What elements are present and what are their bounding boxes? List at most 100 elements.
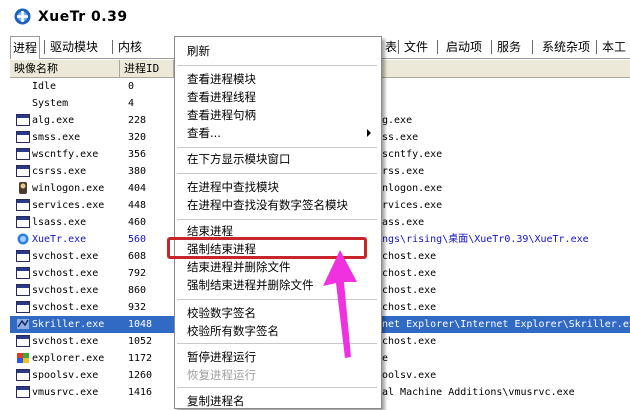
row-path: al Machine Additions\vmusrvc.exe [382,387,575,398]
row-pid: 0 [128,81,135,92]
menu-separator [177,65,377,66]
row-image-name: Idle [32,81,57,92]
row-pid: 608 [128,251,147,262]
menu-item-find-unsigned-module[interactable]: 在进程中查找没有数字签名模块 [187,197,348,214]
menu-separator [177,147,377,148]
row-path: rvices.exe [382,200,443,211]
tab-file[interactable]: 文件 [402,38,430,57]
tab-tools[interactable]: 本工 [600,38,628,57]
row-image-name: csrss.exe [32,166,87,177]
row-image-name: services.exe [32,200,105,211]
row-pid: 404 [128,183,147,194]
row-image-name: svchost.exe [32,336,99,347]
row-path: chost.exe [382,336,437,347]
row-pid: 860 [128,285,147,296]
row-pid: 320 [128,132,147,143]
row-image-name: smss.exe [32,132,81,143]
tab-startup[interactable]: 启动项 [444,38,484,57]
tab-separator [112,40,113,54]
menu-item-view-more[interactable]: 查看... [187,125,377,142]
tab-process[interactable]: 进程 [10,36,41,59]
row-path: oolsv.exe [382,370,437,381]
menu-item-force-end-and-delete[interactable]: 强制结束进程并删除文件 [187,277,314,294]
row-pid: 448 [128,200,147,211]
row-pid: 1416 [128,387,153,398]
tab-separator [44,40,45,54]
row-image-name: wscntfy.exe [32,149,99,160]
menu-separator [177,173,377,174]
window-icon [16,301,30,313]
menu-separator [177,219,377,220]
row-pid: 1048 [128,319,153,330]
row-path: ass.exe [382,217,425,228]
row-image-name: svchost.exe [32,302,99,313]
skriller-icon [17,319,29,329]
row-path: e [382,353,389,364]
window-icon [16,386,30,398]
menu-item-view-threads[interactable]: 查看进程线程 [187,89,256,106]
window-icon [16,148,30,160]
row-image-name: System [32,98,69,109]
row-path: nlogon.exe [382,183,443,194]
row-path: rss.exe [382,166,425,177]
menu-item-copy-process-name[interactable]: 复制进程名 [187,393,245,410]
column-header-image-name[interactable]: 映像名称 [10,60,120,77]
winlogon-icon [19,182,27,194]
pointer-arrow-icon [323,250,357,358]
tab-driver-modules[interactable]: 驱动模块 [48,38,100,57]
menu-item-verify-all-signatures[interactable]: 校验所有数字签名 [187,323,279,340]
window-icon [16,165,30,177]
menu-item-refresh[interactable]: 刷新 [187,43,210,60]
menu-item-find-module[interactable]: 在进程中查找模块 [187,179,279,196]
row-image-name: XueTr.exe [32,234,87,245]
row-path: net Explorer\Internet Explorer\Skriller.… [382,319,630,330]
window-icon [16,199,30,211]
menu-item-view-handles[interactable]: 查看进程句柄 [187,107,256,124]
menu-item-pause-process[interactable]: 暂停进程运行 [187,349,256,366]
row-pid: 1172 [128,353,153,364]
row-path: chost.exe [382,302,437,313]
window-icon [16,216,30,228]
menu-separator [177,387,377,388]
window-icon [16,114,30,126]
title-bar: XueTr 0.39 [0,0,630,36]
row-path: chost.exe [382,268,437,279]
row-path: g.exe [382,115,413,126]
row-pid: 380 [128,166,147,177]
window-icon [16,131,30,143]
row-pid: 560 [128,234,147,245]
tab-separator [398,40,399,54]
column-header-pid[interactable]: 进程ID [120,60,174,77]
row-image-name: explorer.exe [32,353,105,364]
row-image-name: svchost.exe [32,251,99,262]
row-path: scntfy.exe [382,149,443,160]
row-pid: 932 [128,302,147,313]
tab-system-misc[interactable]: 系统杂项 [540,38,592,57]
row-image-name: svchost.exe [32,285,99,296]
menu-item-show-module-window[interactable]: 在下方显示模块窗口 [187,151,291,168]
window-icon [16,267,30,279]
row-pid: 792 [128,268,147,279]
window-icon [16,250,30,262]
tab-separator [437,40,438,54]
tab-separator [532,40,533,54]
explorer-icon [17,353,29,363]
tab-kernel[interactable]: 内核 [116,38,144,57]
row-path: ngs\rising\桌面\XueTr0.39\XueTr.exe [382,234,589,245]
tab-table[interactable]: 表 [383,38,399,57]
tab-separator [596,40,597,54]
row-image-name: winlogon.exe [32,183,105,194]
row-pid: 1260 [128,370,153,381]
row-path: chost.exe [382,251,437,262]
menu-item-view-modules[interactable]: 查看进程模块 [187,71,256,88]
window-icon [16,335,30,347]
row-image-name: vmusrvc.exe [32,387,99,398]
menu-item-resume-process: 恢复进程运行 [187,368,256,382]
menu-item-verify-signature[interactable]: 校验数字签名 [187,305,256,322]
row-path: chost.exe [382,285,437,296]
row-image-name: spoolsv.exe [32,370,99,381]
tab-separator [491,40,492,54]
row-image-name: alg.exe [32,115,75,126]
tab-services[interactable]: 服务 [495,38,523,57]
menu-item-end-and-delete[interactable]: 结束进程并删除文件 [187,259,291,276]
